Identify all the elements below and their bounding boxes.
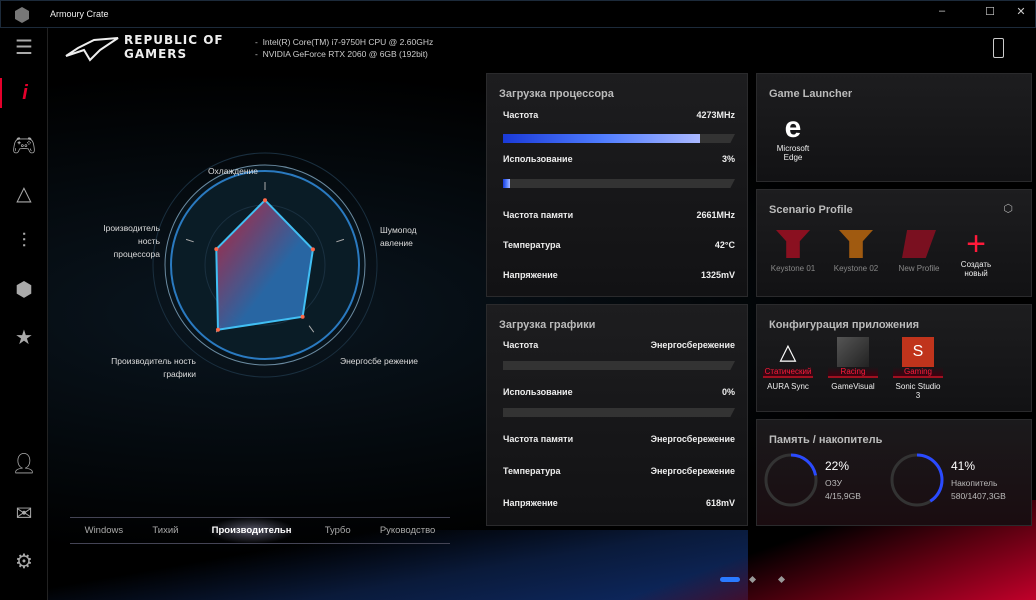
- aura-icon[interactable]: △: [0, 178, 48, 208]
- radar-label-cooling: Охлаждение: [208, 166, 258, 176]
- radar-point: [310, 247, 315, 252]
- tab-silent[interactable]: Тихий: [152, 525, 178, 536]
- radar-point: [263, 198, 267, 203]
- maximize-button[interactable]: ☐: [980, 5, 1000, 18]
- edge-app[interactable]: e Microsoft Edge: [771, 111, 815, 163]
- tab-manual[interactable]: Руководство: [380, 525, 436, 536]
- radar-point: [215, 327, 220, 332]
- rog-profile-icon: [902, 230, 936, 258]
- radar-label-cpu: Iроизводитель ность процессора: [103, 223, 160, 259]
- sliders-icon[interactable]: ⫶: [0, 226, 48, 256]
- plus-icon: +: [966, 225, 986, 263]
- page-indicator: [720, 575, 786, 584]
- create-profile-button[interactable]: + Создать новый: [953, 225, 999, 278]
- disk-label: Накопитель: [951, 478, 998, 488]
- page-dot[interactable]: [748, 575, 757, 584]
- app-config-panel: Конфигурация приложения △ Статический AURA…: [756, 304, 1032, 412]
- radar-label-gpu: Производитель ность графики: [111, 356, 196, 379]
- cpu-spec: - Intel(R) Core(TM) i7-9750H CPU @ 2.60G…: [255, 37, 434, 47]
- cpu-freq-bar: [503, 134, 735, 143]
- gamepad-icon[interactable]: 🎮︎: [0, 130, 48, 160]
- storage-panel: Память / накопитель 22% ОЗУ 4/15,9GB 41%…: [756, 419, 1032, 526]
- ram-label: ОЗУ: [825, 478, 843, 488]
- profile-new[interactable]: New Profile: [891, 230, 947, 273]
- gpu-usage-bar: [503, 408, 735, 417]
- app-logo-icon: [15, 7, 29, 23]
- edge-icon: e: [784, 111, 802, 144]
- radar-point: [214, 247, 219, 252]
- rog-logo-icon: [65, 37, 119, 62]
- page-dot[interactable]: [777, 575, 786, 584]
- cpu-usage-row: Использование 3%: [503, 154, 735, 164]
- menu-icon[interactable]: ☰: [0, 32, 48, 62]
- cpu-freq-row: Частота 4273MHz: [503, 110, 735, 120]
- edge-label: Microsoft Edge: [776, 144, 810, 162]
- gpu-freq-bar: [503, 361, 735, 370]
- gpu-volt-row: Напряжение 618mV: [503, 498, 735, 508]
- gamevisual-app[interactable]: Racing GameVisual: [828, 337, 878, 391]
- gpu-title: Загрузка графики: [499, 319, 596, 331]
- ram-percent: 22%: [825, 459, 850, 473]
- gamevisual-icon: [837, 337, 869, 367]
- disk-percent: 41%: [951, 459, 976, 473]
- star-icon[interactable]: ★: [0, 322, 48, 352]
- profile-keystone-01[interactable]: Keystone 01: [765, 230, 821, 273]
- gpu-freq-row: Частота Энергосбережение: [503, 340, 735, 350]
- keystone-orange-icon: [839, 230, 873, 258]
- sidebar: ☰ i 🎮︎ △ ⫶ ⬢ ★ 👤︎ ✉ ⚙: [0, 28, 48, 600]
- ram-detail: 4/15,9GB: [825, 491, 861, 501]
- gpu-spec: - NVIDIA GeForce RTX 2060 @ 6GB (192bit): [255, 49, 428, 59]
- disk-detail: 580/1407,3GB: [951, 491, 1006, 501]
- cpu-volt-row: Напряжение 1325mV: [503, 270, 735, 280]
- tab-windows[interactable]: Windows: [85, 525, 124, 536]
- device-icon[interactable]: [993, 38, 1004, 58]
- cpu-temp-row: Температура 42°C: [503, 240, 735, 250]
- scenario-settings-icon[interactable]: ⬡: [1003, 202, 1013, 215]
- keystone-red-icon: [776, 230, 810, 258]
- storage-title: Память / накопитель: [769, 434, 883, 446]
- gpu-temp-row: Температура Энергосбережение: [503, 466, 735, 476]
- radar-label-noise: Шумопод авление: [380, 225, 417, 248]
- radar-label-energy: Энергосбе режение: [340, 356, 418, 366]
- ram-gauge: [764, 453, 818, 507]
- page-dot-active[interactable]: [720, 577, 740, 582]
- disk-gauge: [890, 453, 944, 507]
- box-icon[interactable]: ⬢: [0, 274, 48, 304]
- gpu-usage-row: Использование 0%: [503, 387, 735, 397]
- sonic-studio-icon: S: [902, 337, 934, 367]
- mode-tabs: Windows Тихий Производительн Турбо Руков…: [70, 517, 450, 544]
- mail-icon[interactable]: ✉: [0, 498, 48, 528]
- gpu-mem-row: Частота памяти Энергосбережение: [503, 434, 735, 444]
- game-launcher-panel: Game Launcher e Microsoft Edge: [756, 73, 1032, 182]
- brand-text: REPUBLIC OF GAMERS: [124, 33, 224, 61]
- sonic-studio-app[interactable]: S Gaming Sonic Studio 3: [893, 337, 943, 400]
- minimize-button[interactable]: –: [932, 5, 952, 17]
- close-button[interactable]: ✕: [1011, 5, 1031, 18]
- radar-chart: [152, 152, 378, 378]
- cpu-panel: Загрузка процессора Частота 4273MHz Испол…: [486, 73, 748, 297]
- title-bar: Armoury Crate – ☐ ✕: [0, 0, 1036, 28]
- window-title: Armoury Crate: [50, 9, 109, 19]
- aura-icon: △: [779, 339, 797, 364]
- cpu-mem-row: Частота памяти 2661MHz: [503, 210, 735, 220]
- gpu-panel: Загрузка графики Частота Энергосбережение…: [486, 304, 748, 526]
- info-icon[interactable]: i: [0, 78, 48, 108]
- radar-point: [300, 314, 305, 319]
- tab-turbo[interactable]: Турбо: [325, 525, 351, 536]
- settings-icon[interactable]: ⚙: [0, 546, 48, 576]
- scenario-title: Scenario Profile: [769, 204, 853, 216]
- appconfig-title: Конфигурация приложения: [769, 319, 919, 331]
- cpu-usage-bar: [503, 179, 735, 188]
- cpu-title: Загрузка процессора: [499, 88, 614, 100]
- scenario-panel: Scenario Profile ⬡ Keystone 01 Keystone …: [756, 189, 1032, 297]
- user-icon[interactable]: 👤︎: [0, 448, 48, 478]
- tab-performance[interactable]: Производительн: [207, 517, 296, 544]
- profile-keystone-02[interactable]: Keystone 02: [828, 230, 884, 273]
- aura-sync-app[interactable]: △ Статический AURA Sync: [763, 337, 813, 391]
- launcher-title: Game Launcher: [769, 88, 853, 100]
